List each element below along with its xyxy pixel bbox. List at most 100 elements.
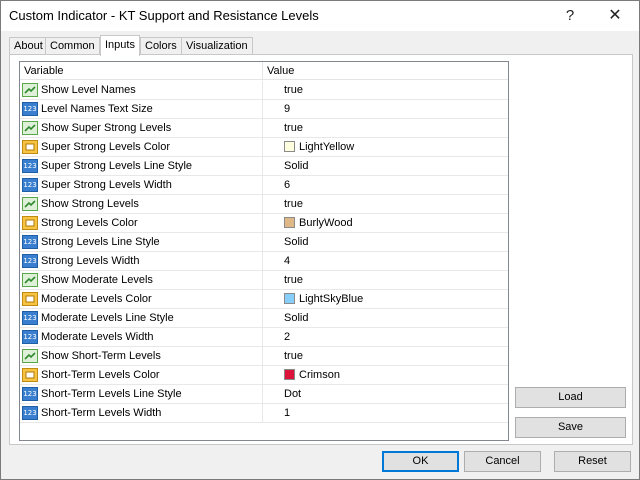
- value-cell[interactable]: BurlyWood: [263, 214, 508, 232]
- variable-label: Show Short-Term Levels: [41, 350, 161, 362]
- int-icon: 123: [22, 387, 38, 401]
- value-text: true: [284, 122, 303, 134]
- table-row[interactable]: 123 Short-Term Levels Line Style Dot: [20, 385, 508, 404]
- int-icon: 123: [22, 159, 38, 173]
- table-body: Show Level Names true 123 Level Names Text …: [20, 81, 508, 423]
- value-cell[interactable]: Crimson: [263, 366, 508, 384]
- table-row[interactable]: Strong Levels Color BurlyWood: [20, 214, 508, 233]
- variable-label: Show Super Strong Levels: [41, 122, 172, 134]
- value-text: true: [284, 198, 303, 210]
- variable-label: Moderate Levels Line Style: [41, 312, 174, 324]
- value-cell[interactable]: true: [263, 271, 508, 289]
- color-swatch: [284, 141, 295, 152]
- variable-cell: Show Level Names: [20, 81, 263, 99]
- color-icon: [22, 292, 38, 306]
- value-cell[interactable]: Dot: [263, 385, 508, 403]
- table-row[interactable]: 123 Level Names Text Size 9: [20, 100, 508, 119]
- table-row[interactable]: Show Moderate Levels true: [20, 271, 508, 290]
- tab-colors[interactable]: Colors: [140, 37, 182, 55]
- tab-common[interactable]: Common: [45, 37, 100, 55]
- table-row[interactable]: 123 Moderate Levels Width 2: [20, 328, 508, 347]
- table-header: Variable Value: [20, 62, 508, 81]
- value-text: LightYellow: [299, 141, 355, 153]
- column-header-variable[interactable]: Variable: [20, 62, 263, 80]
- variable-cell: Show Short-Term Levels: [20, 347, 263, 365]
- table-row[interactable]: 123 Strong Levels Line Style Solid: [20, 233, 508, 252]
- table-row[interactable]: Super Strong Levels Color LightYellow: [20, 138, 508, 157]
- variable-label: Super Strong Levels Width: [41, 179, 172, 191]
- value-cell[interactable]: 1: [263, 404, 508, 422]
- variable-cell: 123 Moderate Levels Width: [20, 328, 263, 346]
- variable-cell: Show Super Strong Levels: [20, 119, 263, 137]
- value-cell[interactable]: true: [263, 119, 508, 137]
- variable-cell: Show Moderate Levels: [20, 271, 263, 289]
- value-cell[interactable]: 9: [263, 100, 508, 118]
- value-text: 1: [284, 407, 291, 419]
- int-icon-text: 123: [23, 162, 37, 170]
- value-text: true: [284, 274, 303, 286]
- variable-cell: Short-Term Levels Color: [20, 366, 263, 384]
- value-cell[interactable]: LightYellow: [263, 138, 508, 156]
- load-button[interactable]: Load: [515, 387, 626, 408]
- tab-visualization[interactable]: Visualization: [181, 37, 253, 55]
- variable-label: Strong Levels Line Style: [41, 236, 160, 248]
- table-row[interactable]: 123 Super Strong Levels Width 6: [20, 176, 508, 195]
- value-cell[interactable]: 6: [263, 176, 508, 194]
- table-row[interactable]: 123 Moderate Levels Line Style Solid: [20, 309, 508, 328]
- value-text: 6: [284, 179, 291, 191]
- variable-label: Moderate Levels Width: [41, 331, 154, 343]
- value-cell[interactable]: true: [263, 347, 508, 365]
- table-row[interactable]: Moderate Levels Color LightSkyBlue: [20, 290, 508, 309]
- bool-icon: [22, 197, 38, 211]
- int-icon-text: 123: [23, 105, 37, 113]
- variable-cell: 123 Super Strong Levels Width: [20, 176, 263, 194]
- title-bar: Custom Indicator - KT Support and Resist…: [1, 1, 639, 31]
- bool-icon: [22, 349, 38, 363]
- cancel-button[interactable]: Cancel: [464, 451, 541, 472]
- value-cell[interactable]: Solid: [263, 233, 508, 251]
- column-header-value[interactable]: Value: [263, 62, 508, 80]
- table-row[interactable]: 123 Super Strong Levels Line Style Solid: [20, 157, 508, 176]
- value-cell[interactable]: true: [263, 195, 508, 213]
- window-title: Custom Indicator - KT Support and Resist…: [9, 8, 319, 23]
- value-cell[interactable]: 2: [263, 328, 508, 346]
- int-icon-text: 123: [23, 390, 37, 398]
- inputs-table: Variable Value Show Level Names true 123 Le…: [19, 61, 509, 441]
- tab-about[interactable]: About: [9, 37, 48, 55]
- table-row[interactable]: Show Short-Term Levels true: [20, 347, 508, 366]
- value-cell[interactable]: LightSkyBlue: [263, 290, 508, 308]
- save-button[interactable]: Save: [515, 417, 626, 438]
- color-icon: [22, 140, 38, 154]
- table-row[interactable]: Short-Term Levels Color Crimson: [20, 366, 508, 385]
- value-cell[interactable]: 4: [263, 252, 508, 270]
- int-icon: 123: [22, 102, 38, 116]
- table-row[interactable]: Show Level Names true: [20, 81, 508, 100]
- variable-cell: Super Strong Levels Color: [20, 138, 263, 156]
- value-text: 9: [284, 103, 291, 115]
- int-icon: 123: [22, 311, 38, 325]
- ok-button[interactable]: OK: [382, 451, 459, 472]
- int-icon-text: 123: [23, 314, 37, 322]
- variable-label: Strong Levels Width: [41, 255, 140, 267]
- color-icon: [22, 216, 38, 230]
- table-row[interactable]: 123 Short-Term Levels Width 1: [20, 404, 508, 423]
- table-row[interactable]: Show Super Strong Levels true: [20, 119, 508, 138]
- variable-label: Level Names Text Size: [41, 103, 153, 115]
- close-button[interactable]: ✕: [604, 5, 626, 27]
- variable-cell: 123 Short-Term Levels Line Style: [20, 385, 263, 403]
- table-row[interactable]: 123 Strong Levels Width 4: [20, 252, 508, 271]
- variable-cell: 123 Strong Levels Line Style: [20, 233, 263, 251]
- value-cell[interactable]: true: [263, 81, 508, 99]
- value-cell[interactable]: Solid: [263, 157, 508, 175]
- tab-inputs[interactable]: Inputs: [100, 35, 140, 56]
- value-cell[interactable]: Solid: [263, 309, 508, 327]
- value-text: Crimson: [299, 369, 340, 381]
- variable-label: Super Strong Levels Line Style: [41, 160, 193, 172]
- value-text: LightSkyBlue: [299, 293, 364, 305]
- value-text: true: [284, 84, 303, 96]
- int-icon-text: 123: [23, 257, 37, 265]
- help-button[interactable]: ?: [559, 5, 581, 27]
- reset-button[interactable]: Reset: [554, 451, 631, 472]
- color-icon: [22, 368, 38, 382]
- table-row[interactable]: Show Strong Levels true: [20, 195, 508, 214]
